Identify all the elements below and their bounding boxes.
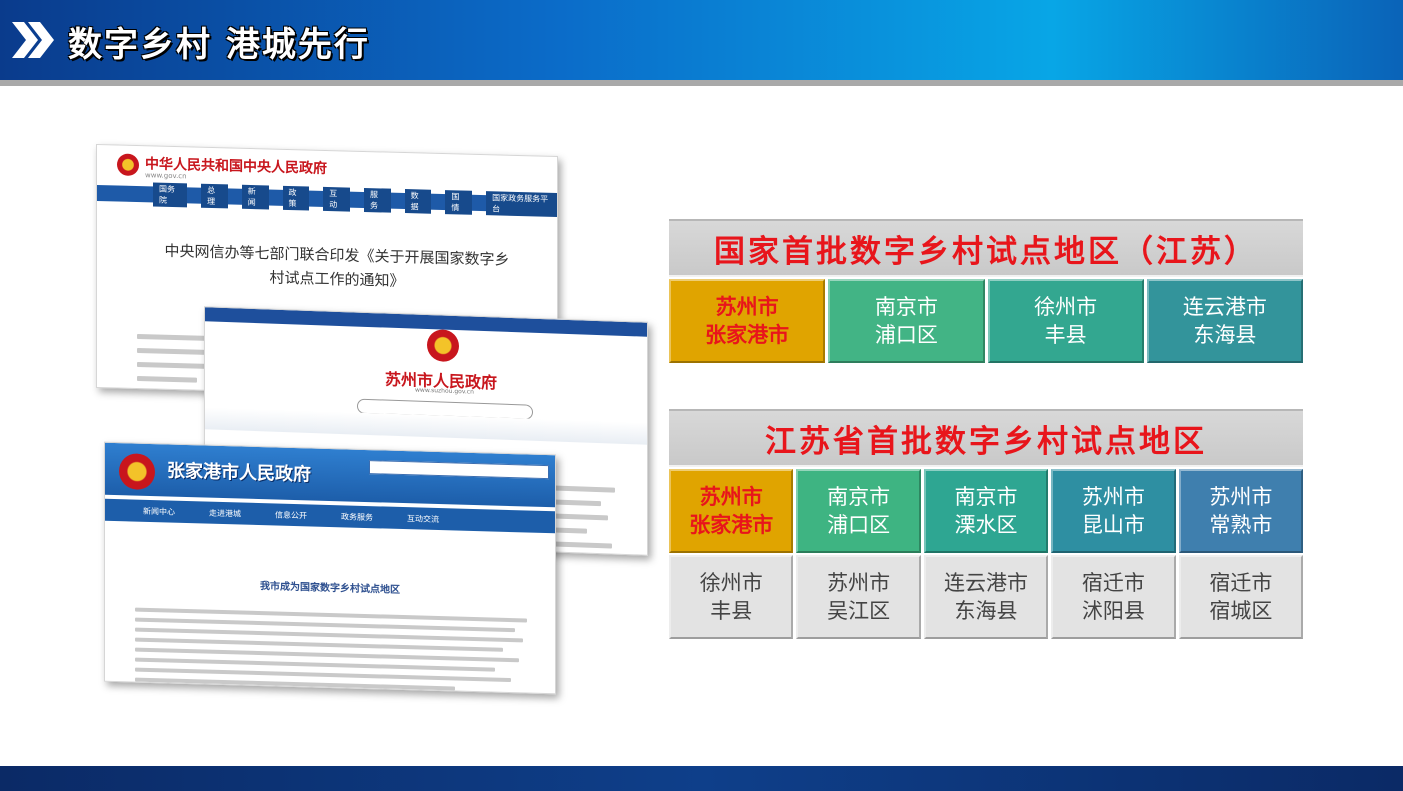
gov-nav-item: 数据 <box>404 189 432 214</box>
national-pilot-table: 国家首批数字乡村试点地区（江苏） 苏州市 张家港市 南京市 浦口区 徐州市 丰县… <box>669 219 1303 363</box>
national-emblem-icon <box>119 453 155 491</box>
cell-district: 丰县 <box>1044 323 1087 347</box>
national-row: 苏州市 张家港市 南京市 浦口区 徐州市 丰县 连云港市 东海县 <box>669 279 1303 363</box>
cell-district: 东海县 <box>1193 323 1257 347</box>
cell-district: 昆山市 <box>1081 513 1145 537</box>
footer-bar <box>0 766 1403 791</box>
provincial-row-1: 苏州市 张家港市 南京市 浦口区 南京市 溧水区 苏州市 昆山市 苏州市 常熟市 <box>669 469 1304 553</box>
provincial-cell: 苏州市 张家港市 <box>669 469 794 553</box>
cell-district: 浦口区 <box>874 323 938 347</box>
gov-nav-item: 国家政务服务平台 <box>486 191 557 218</box>
provincial-cell: 苏州市 昆山市 <box>1051 469 1176 553</box>
cell-city: 连云港市 <box>1182 295 1267 319</box>
page-title: 数字乡村 港城先行 <box>68 25 370 65</box>
provincial-cell: 南京市 溧水区 <box>923 469 1049 553</box>
cell-city: 宿迁市 <box>1081 571 1145 595</box>
national-table-title: 国家首批数字乡村试点地区（江苏） <box>669 219 1303 277</box>
cell-city: 南京市 <box>954 485 1018 509</box>
cell-district: 吴江区 <box>827 599 891 623</box>
cell-city: 南京市 <box>827 485 891 509</box>
gov-nav-item: 服务 <box>363 187 391 213</box>
provincial-table-title: 江苏省首批数字乡村试点地区 <box>669 409 1303 467</box>
cell-city: 苏州市 <box>827 571 891 595</box>
cell-city: 苏州市 <box>715 294 779 319</box>
gov-nav-item: 政策 <box>282 185 310 211</box>
provincial-pilot-table: 江苏省首批数字乡村试点地区 苏州市 张家港市 南京市 浦口区 南京市 溧水区 苏… <box>669 409 1304 639</box>
provincial-cell: 徐州市 丰县 <box>669 555 794 639</box>
zjg-nav-item: 信息公开 <box>275 509 307 520</box>
provincial-cell: 苏州市 吴江区 <box>796 555 921 639</box>
national-emblem-icon <box>427 329 459 363</box>
national-cell: 徐州市 丰县 <box>987 279 1144 363</box>
national-cell: 苏州市 张家港市 <box>669 279 826 363</box>
cell-district: 浦口区 <box>827 513 891 537</box>
provincial-cell: 南京市 浦口区 <box>796 469 921 553</box>
gov-nav-item: 总理 <box>201 183 228 209</box>
provincial-row-2: 徐州市 丰县 苏州市 吴江区 连云港市 东海县 宿迁市 沭阳县 宿迁市 宿城区 <box>669 555 1304 639</box>
cell-city: 徐州市 <box>1034 295 1098 319</box>
header-divider <box>0 80 1403 86</box>
cell-district: 张家港市 <box>689 512 774 537</box>
cell-district: 溧水区 <box>954 513 1018 537</box>
cell-city: 南京市 <box>874 295 938 319</box>
gov-domain: www.gov.cn <box>145 171 187 181</box>
cell-city: 苏州市 <box>1209 485 1273 509</box>
provincial-cell: 苏州市 常熟市 <box>1178 469 1304 553</box>
gov-nav-item: 新闻 <box>241 184 269 210</box>
cell-district: 常熟市 <box>1209 513 1273 537</box>
cell-district: 张家港市 <box>705 322 790 347</box>
zjg-nav-item: 政务服务 <box>341 511 373 522</box>
cell-district: 丰县 <box>710 599 753 623</box>
provincial-cell: 宿迁市 宿城区 <box>1178 555 1304 639</box>
zjg-nav-item: 新闻中心 <box>143 506 175 517</box>
zjg-nav-item: 走进港城 <box>209 508 241 519</box>
zjg-body-text <box>135 607 535 695</box>
header-bar: 数字乡村 港城先行 <box>0 0 1403 80</box>
gov-nav-item: 国情 <box>445 190 473 215</box>
zjg-headline: 我市成为国家数字乡村试点地区 <box>260 581 400 596</box>
cell-district: 沭阳县 <box>1081 599 1145 623</box>
zjg-site-name: 张家港市人民政府 <box>167 460 311 486</box>
zjg-header: 张家港市人民政府 <box>105 442 555 508</box>
national-cell: 连云港市 东海县 <box>1146 279 1303 363</box>
cell-city: 苏州市 <box>699 484 763 509</box>
cell-city: 连云港市 <box>944 571 1029 595</box>
zjg-search-box <box>369 460 549 480</box>
cell-city: 徐州市 <box>699 571 763 595</box>
cell-district: 宿城区 <box>1209 599 1273 623</box>
cell-district: 东海县 <box>954 599 1018 623</box>
provincial-cell: 宿迁市 沭阳县 <box>1051 555 1176 639</box>
gov-headline: 中央网信办等七部门联合印发《关于开展国家数字乡 村试点工作的通知》 <box>137 238 537 296</box>
suzhou-domain: www.suzhou.gov.cn <box>415 386 474 396</box>
gov-nav: 国务院 总理 新闻 政策 互动 服务 数据 国情 国家政务服务平台 <box>97 182 557 218</box>
double-chevron-icon <box>12 22 54 58</box>
zjg-nav-item: 互动交流 <box>407 513 439 524</box>
cell-city: 宿迁市 <box>1209 571 1273 595</box>
cell-city: 苏州市 <box>1081 485 1145 509</box>
zjg-screenshot: 张家港市人民政府 新闻中心 走进港城 信息公开 政务服务 互动交流 我市成为国家… <box>104 441 556 695</box>
national-emblem-icon <box>117 153 139 177</box>
national-cell: 南京市 浦口区 <box>828 279 985 363</box>
gov-nav-item: 互动 <box>323 186 350 212</box>
gov-nav-item: 国务院 <box>153 182 188 208</box>
provincial-cell: 连云港市 东海县 <box>923 555 1049 639</box>
